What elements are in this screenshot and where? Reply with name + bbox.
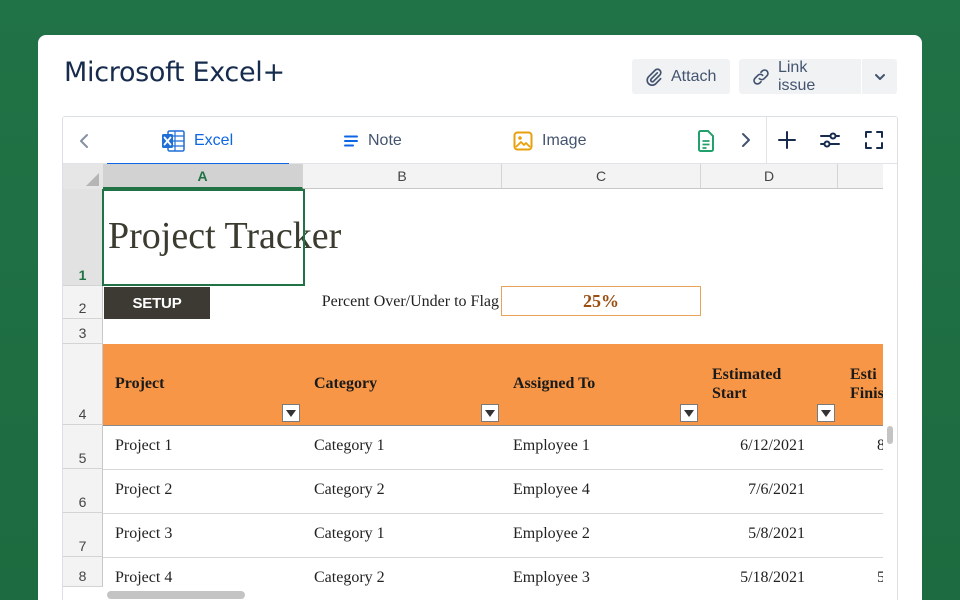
table-cell[interactable]: Project 3 xyxy=(115,524,172,544)
tab-image-label: Image xyxy=(542,131,587,149)
table-cell[interactable]: Employee 3 xyxy=(513,568,590,588)
header-estimated-start-line2: Start xyxy=(712,385,747,402)
gridline xyxy=(103,513,897,514)
dropdown-arrow-icon xyxy=(485,409,495,417)
dropdown-arrow-icon xyxy=(286,409,296,417)
dropdown-arrow-icon xyxy=(821,409,831,417)
tab-note[interactable]: Note xyxy=(343,117,402,164)
vertical-scrollbar[interactable] xyxy=(883,164,897,600)
excel-icon xyxy=(162,129,185,152)
fullscreen-icon[interactable] xyxy=(863,129,885,151)
table-cell[interactable]: Employee 1 xyxy=(513,436,590,456)
row-header-2[interactable]: 2 xyxy=(63,286,103,319)
gridline xyxy=(103,557,897,558)
tab-excel-label: Excel xyxy=(194,131,234,149)
chevron-right-icon xyxy=(741,133,750,147)
header-estimated-start-line1: Estimated xyxy=(712,366,782,383)
issue-card: Microsoft Excel+ Attach Link issue Excel… xyxy=(38,35,922,600)
filter-dropdown-project[interactable] xyxy=(282,404,300,422)
dropdown-arrow-icon xyxy=(684,409,694,417)
table-cell[interactable]: Category 2 xyxy=(314,480,385,500)
row-header-1[interactable]: 1 xyxy=(63,189,103,286)
image-icon xyxy=(513,131,533,150)
table-cell[interactable]: Project 1 xyxy=(115,436,172,456)
header-estimated-finish-line2: Finis xyxy=(850,385,884,402)
tab-excel[interactable]: Excel xyxy=(106,117,290,165)
table-cell[interactable]: Category 1 xyxy=(314,436,385,456)
tabs-next-button[interactable] xyxy=(723,117,767,163)
table-cell[interactable]: Category 1 xyxy=(314,524,385,544)
sliders-icon[interactable] xyxy=(819,129,841,151)
tab-bar: Excel Note Image xyxy=(63,117,897,165)
column-header-a[interactable]: A xyxy=(103,164,303,189)
link-issue-button[interactable]: Link issue xyxy=(739,59,861,94)
header-project: Project xyxy=(115,375,165,392)
filter-dropdown-assigned[interactable] xyxy=(680,404,698,422)
column-header-d[interactable]: D xyxy=(701,164,838,189)
row-header-5[interactable]: 5 xyxy=(63,425,103,469)
active-cell-outline xyxy=(102,189,305,286)
chevron-down-icon xyxy=(874,73,885,80)
more-options-button[interactable] xyxy=(862,59,897,94)
column-header-c[interactable]: C xyxy=(502,164,701,189)
header-estimated-finish-line1: Esti xyxy=(850,366,877,383)
row-header-4[interactable]: 4 xyxy=(63,344,103,425)
flag-percent-label: Percent Over/Under to Flag xyxy=(321,293,499,310)
table-cell[interactable]: Employee 4 xyxy=(513,480,590,500)
column-header-b[interactable]: B xyxy=(303,164,502,189)
table-cell[interactable]: Category 2 xyxy=(314,568,385,588)
table-cell[interactable]: 7/6/2021 xyxy=(703,480,805,500)
plus-icon[interactable] xyxy=(776,129,798,151)
chevron-left-icon[interactable] xyxy=(75,131,95,151)
table-cell[interactable]: 5/8/2021 xyxy=(703,524,805,544)
paperclip-icon xyxy=(646,67,662,86)
row-header-8[interactable]: 8 xyxy=(63,557,103,587)
header-estimated-start: Estimated Start xyxy=(712,365,781,403)
select-all-corner[interactable] xyxy=(63,164,103,189)
filter-dropdown-category[interactable] xyxy=(481,404,499,422)
table-cell[interactable]: Employee 2 xyxy=(513,524,590,544)
note-icon xyxy=(344,135,358,146)
gridline xyxy=(103,425,897,426)
tab-image[interactable]: Image xyxy=(513,117,586,164)
row-header-6[interactable]: 6 xyxy=(63,469,103,513)
link-issue-label: Link issue xyxy=(777,58,816,94)
gridline xyxy=(103,469,897,470)
flag-percent-cell[interactable]: 25% xyxy=(501,286,701,316)
horizontal-scrollbar-thumb[interactable] xyxy=(107,591,245,599)
setup-button[interactable]: SETUP xyxy=(104,287,210,319)
vertical-scrollbar-thumb[interactable] xyxy=(887,426,893,444)
filter-dropdown-start[interactable] xyxy=(817,404,835,422)
row-header-3[interactable]: 3 xyxy=(63,319,103,344)
attachment-viewer: Excel Note Image A B C D 1 2 3 4 5 6 7 8… xyxy=(62,116,898,600)
header-estimated-finish: Esti Finis xyxy=(850,365,884,403)
table-cell[interactable]: Project 4 xyxy=(115,568,172,588)
table-cell[interactable]: Project 2 xyxy=(115,480,172,500)
attach-label: Attach xyxy=(671,67,717,85)
page-title: Microsoft Excel+ xyxy=(64,57,285,88)
spreadsheet[interactable]: A B C D 1 2 3 4 5 6 7 8 Project Tracker … xyxy=(63,164,897,600)
table-cell[interactable]: 6/12/2021 xyxy=(703,436,805,456)
attach-button[interactable]: Attach xyxy=(632,59,730,94)
table-cell[interactable]: 5/18/2021 xyxy=(703,568,805,588)
header-assigned-to: Assigned To xyxy=(513,375,596,392)
link-icon xyxy=(753,68,769,85)
header-category: Category xyxy=(314,375,378,392)
row-header-7[interactable]: 7 xyxy=(63,513,103,557)
tab-note-label: Note xyxy=(368,131,402,149)
